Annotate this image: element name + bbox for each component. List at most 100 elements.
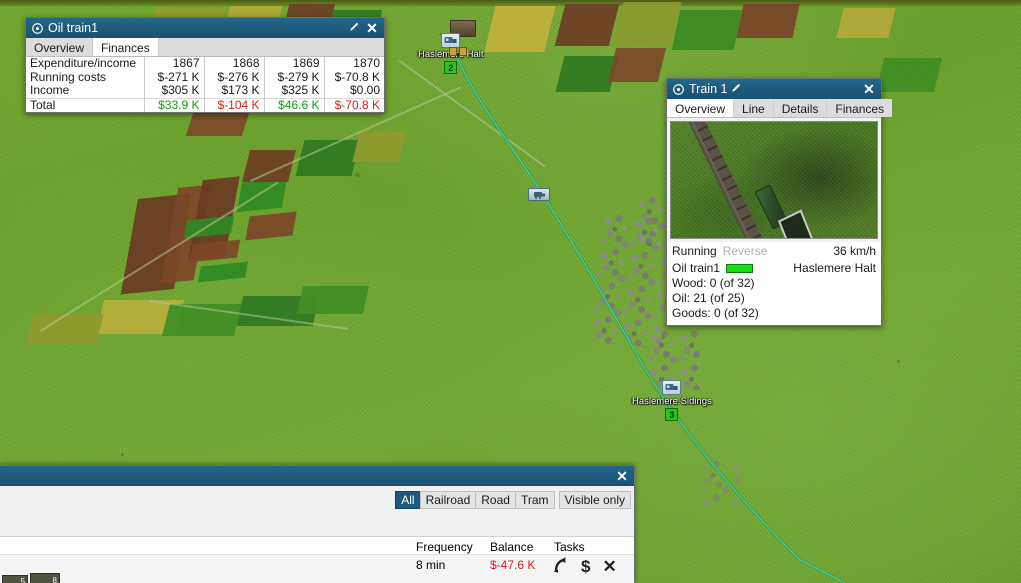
station-badge[interactable]: 3 [665,408,679,421]
train-tabbar[interactable]: Overview Line Details Finances [667,99,893,118]
tab-overview[interactable]: Overview [667,99,735,117]
field-patch [26,314,104,344]
column-header-tasks: Tasks [554,540,585,554]
table-header-label: Expenditure/income [30,56,137,70]
station-badge[interactable]: 2 [444,61,458,74]
tab-finances[interactable]: Finances [827,99,893,117]
tab-line[interactable]: Line [734,99,774,117]
village-cluster [700,460,740,506]
window-titlebar[interactable]: ✕ [0,466,634,486]
filter-tram[interactable]: Tram [514,491,555,509]
field-patch [875,58,943,92]
depot-glyph-icon [665,384,678,390]
field-patch [189,239,241,263]
close-icon[interactable]: ✕ [364,20,380,36]
field-patch [352,132,406,162]
task-icons-group[interactable]: $ ✕ [552,556,617,578]
close-icon[interactable]: ✕ [861,81,877,97]
train-preview-viewport[interactable] [670,121,878,239]
field-patch [236,177,288,213]
train-1-window[interactable]: Train 1 ✕ Overview Line Details Finances [666,78,893,326]
cargo-chip [449,47,457,56]
close-icon[interactable]: ✕ [614,468,630,484]
finances-table: Expenditure/income 1867 1868 1869 1870 R… [26,56,384,112]
gear-icon[interactable] [673,83,684,95]
window-titlebar[interactable]: Oil train1 ✕ [26,18,384,38]
field-patch [607,48,667,82]
row-value: $0.00 [323,83,384,98]
vehicle-filter-row[interactable]: All Railroad Road Tram Visible only [0,486,634,514]
cell-frequency: 8 min [416,558,446,572]
train-line-row: Oil train1 Haslemere Halt [672,261,876,276]
train-status-row: Running Reverse 36 km/h [672,244,876,259]
column-header-frequency[interactable]: Frequency [416,540,473,554]
field-patch [612,2,682,46]
filter-visible-only[interactable]: Visible only [558,491,631,509]
filter-railroad[interactable]: Railroad [419,491,477,509]
cargo-row-oil: Oil: 21 (of 25) [672,291,745,305]
field-patch [185,110,251,136]
pencil-icon[interactable] [731,82,742,96]
station-haslemere-sidings[interactable]: Haslemere Sidings 3 [632,380,712,421]
field-patch [836,8,896,38]
field-patch [297,286,369,314]
table-row-total: Total $33.9 K $-104 K $46.6 K $-70.8 K [26,97,384,112]
row-value: $46.6 K [263,97,324,112]
year-header: 1870 [323,56,384,71]
gear-icon[interactable] [32,22,43,34]
table-row: Running costs $-271 K $-276 K $-279 K $-… [26,69,384,84]
row-label: Running costs [30,69,107,84]
tab-details[interactable]: Details [773,99,828,117]
row-value: $-104 K [203,97,264,112]
train-glyph-icon [533,191,545,199]
tabbar-filler [158,38,384,56]
cargo-row-wood: Wood: 0 (of 32) [672,276,755,290]
goto-arrow-icon[interactable] [552,556,569,578]
reverse-button[interactable]: Reverse [723,244,768,259]
depot-glyph-icon [444,37,457,43]
running-status-label: Running [672,244,717,258]
finances-tabbar[interactable]: Overview Finances [26,38,384,57]
station-icon [441,33,461,48]
delete-x-icon[interactable]: ✕ [602,557,616,577]
game-screen: Haslemere Halt 2 Haslemere Sidings 3 Oil… [0,0,1021,583]
year-header: 1867 [143,56,204,71]
filter-road[interactable]: Road [475,491,516,509]
row-value: $305 K [143,83,204,98]
line-name-label[interactable]: Oil train1 [672,261,720,276]
filter-all[interactable]: All [395,491,421,509]
row-value: $-70.8 K [323,70,384,84]
mini-car: 8 [30,573,60,583]
train-speed-label: 36 km/h [833,244,876,258]
vehicle-consist-icon[interactable]: 5 8 [2,573,60,583]
year-header: 1869 [263,56,324,71]
window-titlebar[interactable]: Train 1 ✕ [667,79,881,99]
sell-dollar-icon[interactable]: $ [581,557,590,577]
table-row: Income $305 K $173 K $325 K $0.00 [26,83,384,98]
station-icon [662,380,682,395]
row-value: $173 K [203,83,264,98]
tab-overview[interactable]: Overview [26,38,94,56]
vehicle-list-header-row: Frequency Balance Tasks [0,536,634,555]
field-patch [245,211,297,241]
train-status-panel: Running Reverse 36 km/h Oil train1 Hasle… [667,242,881,325]
pencil-icon[interactable] [349,21,360,35]
vehicle-list-window[interactable]: ✕ All Railroad Road Tram Visible only Fr… [0,465,635,583]
tab-finances[interactable]: Finances [93,38,159,56]
row-value: $33.9 K [143,97,204,112]
window-title-label: Oil train1 [48,21,99,35]
dirt-road [398,60,546,168]
window-title-label: Train 1 [689,82,728,96]
train-marker-icon[interactable] [528,188,550,201]
column-header-balance[interactable]: Balance [490,540,533,554]
row-label: Income [30,83,70,97]
cargo-row-goods: Goods: 0 (of 32) [672,306,759,320]
year-header: 1868 [203,56,264,71]
cargo-fill-bar [726,264,754,273]
table-row[interactable]: 5 8 8 min $-47.6 K $ ✕ [0,555,634,583]
oil-train1-finances-window[interactable]: Oil train1 ✕ Overview Finances Expenditu… [25,17,385,113]
cell-balance: $-47.6 K [490,558,536,572]
row-label: Total [26,97,144,112]
row-value: $-271 K [143,70,204,84]
destination-label: Haslemere Halt [793,261,876,275]
